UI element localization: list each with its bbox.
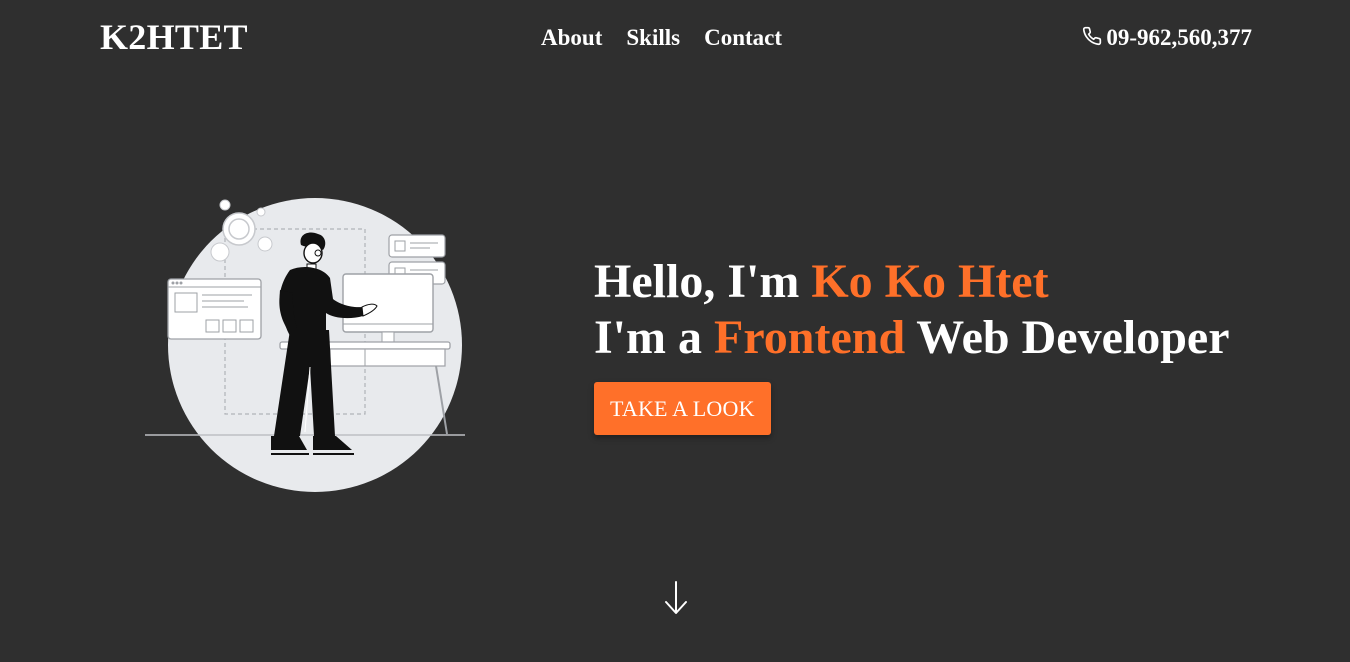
greeting-prefix: Hello, I'm: [594, 255, 812, 308]
hero-name: Ko Ko Htet: [811, 255, 1049, 308]
logo[interactable]: K2HTET: [100, 16, 248, 58]
role-suffix: Web Developer: [905, 311, 1230, 364]
navbar: K2HTET About Skills Contact 09-962,560,3…: [0, 0, 1350, 76]
role-highlight: Frontend: [714, 311, 906, 364]
phone-icon: [1082, 26, 1102, 46]
developer-at-desk-illustration: [140, 192, 470, 497]
arrow-down-icon[interactable]: [662, 580, 690, 616]
take-a-look-button[interactable]: TAKE A LOOK: [594, 382, 771, 435]
phone-number: 09-962,560,377: [1106, 25, 1252, 50]
nav-links: About Skills Contact: [541, 24, 782, 52]
hero-role: I'm a Frontend Web Developer: [594, 310, 1230, 366]
nav-link-contact[interactable]: Contact: [704, 24, 782, 52]
hero-greeting: Hello, I'm Ko Ko Htet: [594, 254, 1230, 310]
phone-contact[interactable]: 09-962,560,377: [1082, 24, 1252, 52]
hero-intro: Hello, I'm Ko Ko Htet I'm a Frontend Web…: [594, 254, 1230, 435]
nav-link-about[interactable]: About: [541, 24, 602, 52]
role-prefix: I'm a: [594, 311, 714, 364]
nav-link-skills[interactable]: Skills: [626, 24, 680, 52]
